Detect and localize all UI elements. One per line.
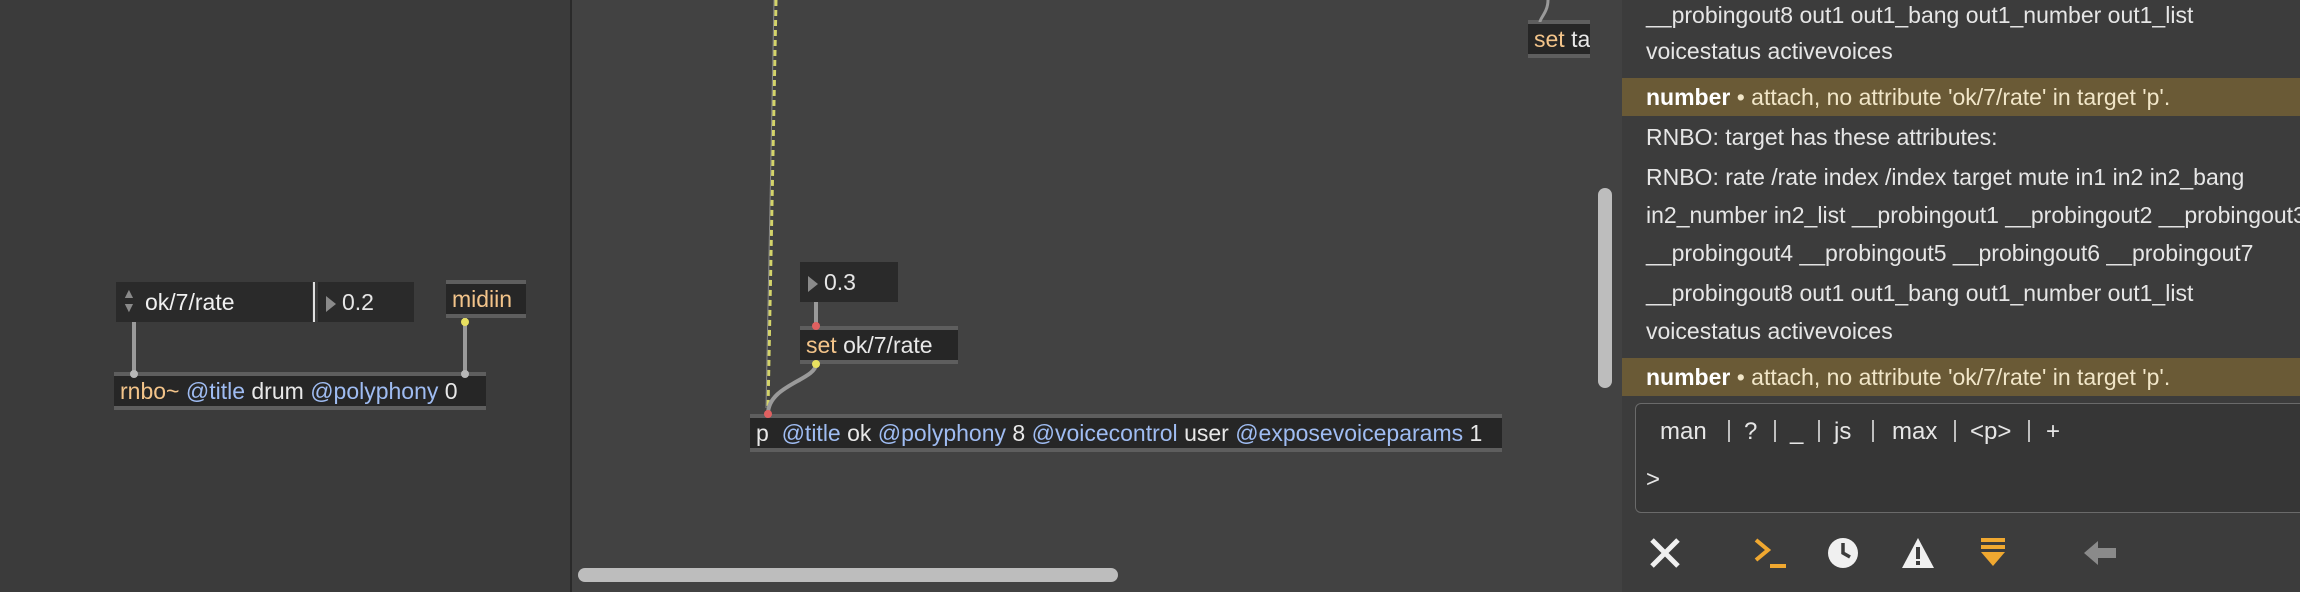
console-line: RNBO: target has these attributes: [1646, 124, 1998, 150]
console-command-box[interactable]: man ? _ js max <p> + > [1635, 403, 2300, 513]
separator [1872, 420, 1874, 442]
warning-text: number • attach, no attribute 'ok/7/rate… [1646, 358, 2170, 396]
separator [1728, 420, 1730, 442]
console-line: voicestatus activevoices [1646, 38, 1893, 64]
separator [1954, 420, 1956, 442]
shortcut-plus[interactable]: + [2046, 418, 2060, 446]
separator [2028, 420, 2030, 442]
shortcut-js[interactable]: js [1834, 418, 1851, 446]
shortcut-underscore[interactable]: _ [1790, 418, 1803, 446]
command-prompt[interactable]: > [1646, 466, 1660, 494]
left-patch-cords [130, 318, 469, 378]
warning-icon[interactable] [1900, 536, 1936, 570]
warning-text: number • attach, no attribute 'ok/7/rate… [1646, 78, 2170, 116]
clock-icon[interactable] [1826, 536, 1860, 570]
scroll-down-icon[interactable] [1977, 536, 2009, 570]
back-arrow-icon[interactable] [2082, 536, 2118, 570]
warning-message: • attach, no attribute 'ok/7/rate' in ta… [1730, 84, 2171, 110]
vertical-scrollbar[interactable] [1598, 188, 1612, 388]
shortcut-p[interactable]: <p> [1970, 418, 2011, 446]
console-warning-row[interactable]: number • attach, no attribute 'ok/7/rate… [1622, 78, 2300, 116]
main-patch-cords [764, 0, 1550, 418]
console-line: RNBO: rate /rate index /index target mut… [1646, 164, 2245, 190]
warning-source: number [1646, 84, 1731, 110]
separator [1774, 420, 1776, 442]
shortcut-help[interactable]: ? [1744, 418, 1757, 446]
separator [1818, 420, 1820, 442]
warning-message: • attach, no attribute 'ok/7/rate' in ta… [1730, 364, 2171, 390]
shortcut-man[interactable]: man [1660, 418, 1707, 446]
console-line: __probingout8 out1 out1_bang out1_number… [1646, 280, 2194, 306]
console-line: __probingout4 __probingout5 __probingout… [1646, 240, 2254, 266]
console-line: in2_number in2_list __probingout1 __prob… [1646, 202, 2300, 228]
terminal-icon[interactable] [1752, 536, 1788, 570]
console-warning-row[interactable]: number • attach, no attribute 'ok/7/rate… [1622, 358, 2300, 396]
console-line: voicestatus activevoices [1646, 318, 1893, 344]
console-line: __probingout8 out1 out1_bang out1_number… [1646, 2, 2194, 28]
horizontal-scrollbar[interactable] [578, 568, 1118, 582]
shortcut-max[interactable]: max [1892, 418, 1937, 446]
close-icon[interactable] [1648, 536, 1682, 570]
warning-source: number [1646, 364, 1731, 390]
